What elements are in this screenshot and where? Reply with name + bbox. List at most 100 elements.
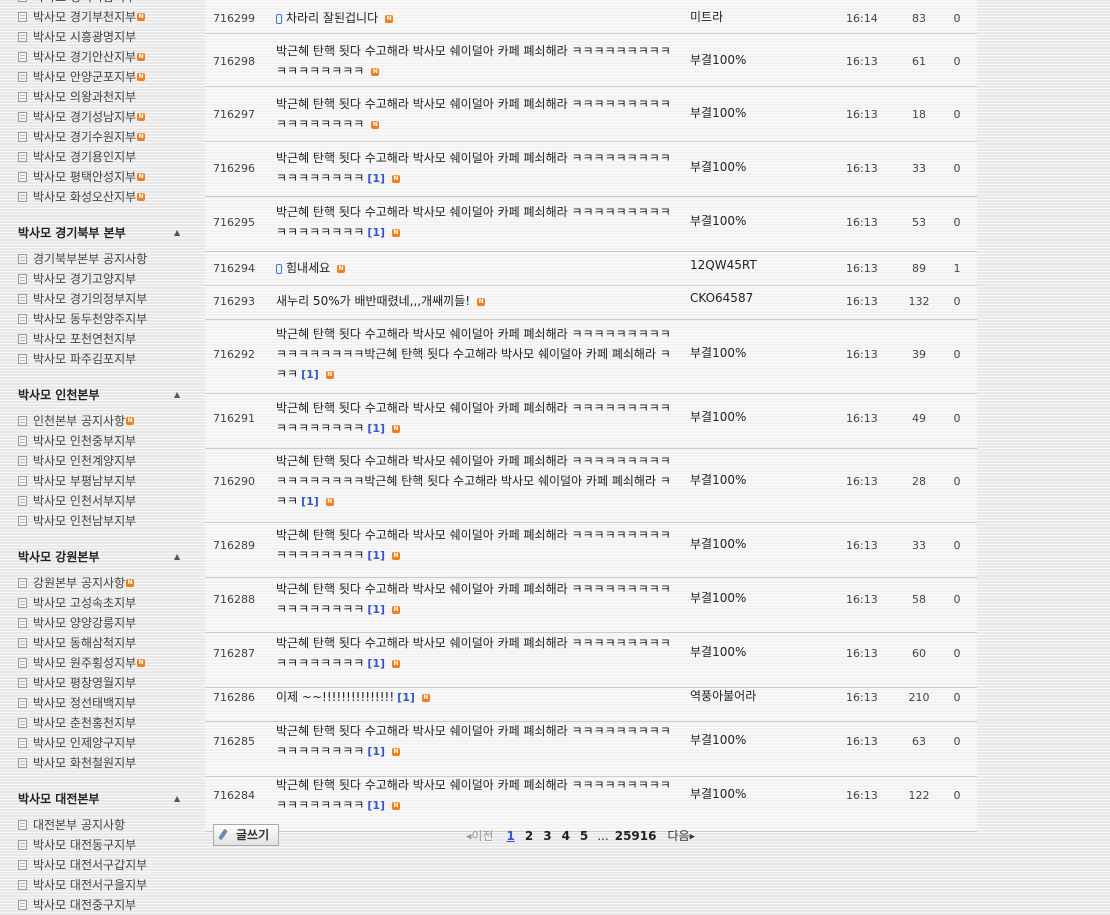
- sidebar-item[interactable]: 박사모 부평남부지부: [18, 471, 200, 491]
- post-author[interactable]: 부결100%: [690, 731, 746, 748]
- pagination-page[interactable]: 2: [525, 829, 533, 843]
- post-title-text[interactable]: 박근혜 탄핵 됫다 수고해라 박사모 쉐이덜아 카페 폐쇠해라 ㅋㅋㅋㅋㅋㅋㅋㅋ…: [276, 205, 671, 239]
- post-title-text[interactable]: 박근혜 탄핵 됫다 수고해라 박사모 쉐이덜아 카페 폐쇠해라 ㅋㅋㅋㅋㅋㅋㅋㅋ…: [276, 636, 671, 670]
- sidebar-item[interactable]: 박사모 인천계양지부: [18, 451, 200, 471]
- pagination-prev[interactable]: ◀이전: [466, 829, 493, 843]
- sidebar-item[interactable]: 박사모 화성오산지부 N: [18, 187, 200, 207]
- sidebar-item[interactable]: 박사모 경기고양지부: [18, 269, 200, 289]
- pagination-page[interactable]: 1: [506, 829, 514, 843]
- collapse-triangle-icon[interactable]: ▲: [174, 783, 180, 815]
- collapse-triangle-icon[interactable]: ▲: [174, 541, 180, 573]
- post-author[interactable]: 미트라: [690, 8, 723, 25]
- post-title[interactable]: 박근혜 탄핵 됫다 수고해라 박사모 쉐이덜아 카페 폐쇠해라 ㅋㅋㅋㅋㅋㅋㅋㅋ…: [276, 398, 676, 439]
- pagination-next[interactable]: 다음▶: [667, 829, 694, 843]
- sidebar-item[interactable]: 박사모 인제양구지부: [18, 733, 200, 753]
- post-author[interactable]: 부결100%: [690, 408, 746, 425]
- comment-count[interactable]: [1]: [367, 657, 385, 670]
- sidebar-item[interactable]: 박사모 원주횡성지부 N: [18, 653, 200, 673]
- pagination-page[interactable]: 4: [562, 829, 570, 843]
- post-title-text[interactable]: 박근혜 탄핵 됫다 수고해라 박사모 쉐이덜아 카페 폐쇠해라 ㅋㅋㅋㅋㅋㅋㅋㅋ…: [276, 778, 671, 812]
- sidebar-item[interactable]: 박사모 대전동구지부: [18, 835, 200, 855]
- post-title-text[interactable]: 차라리 잘된겁니다: [286, 11, 378, 25]
- post-row[interactable]: 716288 박근혜 탄핵 됫다 수고해라 박사모 쉐이덜아 카페 폐쇠해라 ㅋㅋ…: [205, 578, 977, 633]
- post-row[interactable]: 716285 박근혜 탄핵 됫다 수고해라 박사모 쉐이덜아 카페 폐쇠해라 ㅋㅋ…: [205, 722, 977, 777]
- write-post-button[interactable]: 글쓰기: [213, 824, 279, 846]
- sidebar-item[interactable]: 박사모 경기안산지부 N: [18, 47, 200, 67]
- post-row[interactable]: 716293 새누리 50%가 배반때렸네,,,개쌔끼들! N CKO64587 16:…: [205, 286, 977, 320]
- post-author[interactable]: 역풍아불어라: [690, 687, 756, 704]
- sidebar-item[interactable]: 박사모 대전서구갑지부: [18, 855, 200, 875]
- sidebar-item[interactable]: 박사모 경기부천지부 N: [18, 7, 200, 27]
- post-row[interactable]: 716298 박근혜 탄핵 됫다 수고해라 박사모 쉐이덜아 카페 폐쇠해라 ㅋㅋ…: [205, 34, 977, 87]
- post-title[interactable]: 차라리 잘된겁니다 N: [276, 8, 676, 28]
- post-title[interactable]: 박근혜 탄핵 됫다 수고해라 박사모 쉐이덜아 카페 폐쇠해라 ㅋㅋㅋㅋㅋㅋㅋㅋ…: [276, 721, 676, 762]
- post-author[interactable]: 부결100%: [690, 471, 746, 488]
- sidebar-item[interactable]: 박사모 화천철원지부: [18, 753, 200, 773]
- sidebar-item[interactable]: 박사모 경기용인지부: [18, 147, 200, 167]
- post-title[interactable]: 박근혜 탄핵 됫다 수고해라 박사모 쉐이덜아 카페 폐쇠해라 ㅋㅋㅋㅋㅋㅋㅋㅋ…: [276, 579, 676, 620]
- sidebar-item[interactable]: 박사모 정선태백지부: [18, 693, 200, 713]
- sidebar-item[interactable]: 박사모 인천서부지부: [18, 491, 200, 511]
- post-title[interactable]: 새누리 50%가 배반때렸네,,,개쌔끼들! N: [276, 291, 676, 311]
- post-author[interactable]: 부결100%: [690, 535, 746, 552]
- post-title[interactable]: 박근혜 탄핵 됫다 수고해라 박사모 쉐이덜아 카페 폐쇠해라 ㅋㅋㅋㅋㅋㅋㅋㅋ…: [276, 94, 676, 134]
- sidebar-item[interactable]: 박사모 파주김포지부: [18, 349, 200, 369]
- post-row[interactable]: 716289 박근혜 탄핵 됫다 수고해라 박사모 쉐이덜아 카페 폐쇠해라 ㅋㅋ…: [205, 523, 977, 578]
- post-row[interactable]: 716295 박근혜 탄핵 됫다 수고해라 박사모 쉐이덜아 카페 폐쇠해라 ㅋㅋ…: [205, 197, 977, 252]
- comment-count[interactable]: [1]: [301, 368, 319, 381]
- post-title[interactable]: 박근혜 탄핵 됫다 수고해라 박사모 쉐이덜아 카페 폐쇠해라 ㅋㅋㅋㅋㅋㅋㅋㅋ…: [276, 525, 676, 566]
- post-author[interactable]: 부결100%: [690, 785, 746, 802]
- post-row[interactable]: 716299 차라리 잘된겁니다 N 미트라 16:14 83 0: [205, 0, 977, 34]
- post-title-text[interactable]: 박근혜 탄핵 됫다 수고해라 박사모 쉐이덜아 카페 폐쇠해라 ㅋㅋㅋㅋㅋㅋㅋㅋ…: [276, 454, 671, 508]
- sidebar-item[interactable]: 박사모 대전서구을지부: [18, 875, 200, 895]
- sidebar-item[interactable]: 박사모 의왕과천지부: [18, 87, 200, 107]
- post-title-text[interactable]: 박근혜 탄핵 됫다 수고해라 박사모 쉐이덜아 카페 폐쇠해라 ㅋㅋㅋㅋㅋㅋㅋㅋ…: [276, 151, 671, 185]
- post-row[interactable]: 716286 이제 ~~!!!!!!!!!!!!!!! [1] N 역풍아불어라 16:1…: [205, 688, 977, 722]
- comment-count[interactable]: [1]: [367, 745, 385, 758]
- post-author[interactable]: 부결100%: [690, 104, 746, 121]
- post-title[interactable]: 박근혜 탄핵 됫다 수고해라 박사모 쉐이덜아 카페 폐쇠해라 ㅋㅋㅋㅋㅋㅋㅋㅋ…: [276, 633, 676, 674]
- sidebar-group-header[interactable]: 박사모 인천본부 ▲: [18, 379, 200, 411]
- post-author[interactable]: 12QW45RT: [690, 258, 757, 272]
- collapse-triangle-icon[interactable]: ▲: [174, 217, 180, 249]
- comment-count[interactable]: [1]: [367, 226, 385, 239]
- post-title[interactable]: 박근혜 탄핵 됫다 수고해라 박사모 쉐이덜아 카페 폐쇠해라 ㅋㅋㅋㅋㅋㅋㅋㅋ…: [276, 202, 676, 243]
- post-title-text[interactable]: 이제 ~~!!!!!!!!!!!!!!!: [276, 690, 394, 704]
- sidebar-item[interactable]: 대전본부 공지사항: [18, 815, 200, 835]
- sidebar-group-header[interactable]: 박사모 강원본부 ▲: [18, 541, 200, 573]
- comment-count[interactable]: [1]: [367, 603, 385, 616]
- post-title-text[interactable]: 박근혜 탄핵 됫다 수고해라 박사모 쉐이덜아 카페 폐쇠해라 ㅋㅋㅋㅋㅋㅋㅋㅋ…: [276, 327, 671, 381]
- post-title[interactable]: 박근혜 탄핵 됫다 수고해라 박사모 쉐이덜아 카페 폐쇠해라 ㅋㅋㅋㅋㅋㅋㅋㅋ…: [276, 451, 676, 512]
- sidebar-item[interactable]: 박사모 양양강릉지부: [18, 613, 200, 633]
- post-title-text[interactable]: 박근혜 탄핵 됫다 수고해라 박사모 쉐이덜아 카페 폐쇠해라 ㅋㅋㅋㅋㅋㅋㅋㅋ…: [276, 724, 671, 758]
- sidebar-group-header[interactable]: 박사모 대전본부 ▲: [18, 783, 200, 815]
- collapse-triangle-icon[interactable]: ▲: [174, 379, 180, 411]
- comment-count[interactable]: [1]: [367, 422, 385, 435]
- sidebar-item[interactable]: 인천본부 공지사항 N: [18, 411, 200, 431]
- post-title[interactable]: 박근혜 탄핵 됫다 수고해라 박사모 쉐이덜아 카페 폐쇠해라 ㅋㅋㅋㅋㅋㅋㅋㅋ…: [276, 41, 676, 81]
- post-title[interactable]: 박근혜 탄핵 됫다 수고해라 박사모 쉐이덜아 카페 폐쇠해라 ㅋㅋㅋㅋㅋㅋㅋㅋ…: [276, 324, 676, 385]
- post-row[interactable]: 716290 박근혜 탄핵 됫다 수고해라 박사모 쉐이덜아 카페 폐쇠해라 ㅋㅋ…: [205, 449, 977, 523]
- pagination-page[interactable]: 3: [543, 829, 551, 843]
- post-author[interactable]: 부결100%: [690, 589, 746, 606]
- sidebar-group-header[interactable]: 박사모 경기북부 본부 ▲: [18, 217, 200, 249]
- sidebar-item[interactable]: 박사모 춘천홍천지부: [18, 713, 200, 733]
- sidebar-item[interactable]: 강원본부 공지사항 N: [18, 573, 200, 593]
- comment-count[interactable]: [1]: [397, 691, 415, 704]
- post-row[interactable]: 716291 박근혜 탄핵 됫다 수고해라 박사모 쉐이덜아 카페 폐쇠해라 ㅋㅋ…: [205, 394, 977, 449]
- post-title-text[interactable]: 박근혜 탄핵 됫다 수고해라 박사모 쉐이덜아 카페 폐쇠해라 ㅋㅋㅋㅋㅋㅋㅋㅋ…: [276, 528, 671, 562]
- post-title[interactable]: 박근혜 탄핵 됫다 수고해라 박사모 쉐이덜아 카페 폐쇠해라 ㅋㅋㅋㅋㅋㅋㅋㅋ…: [276, 775, 676, 816]
- sidebar-item[interactable]: 박사모 고성속초지부: [18, 593, 200, 613]
- sidebar-item[interactable]: 박사모 안양군포지부 N: [18, 67, 200, 87]
- pagination-last-page[interactable]: 25916: [615, 829, 657, 843]
- post-title-text[interactable]: 힘내세요: [286, 261, 330, 275]
- sidebar-item[interactable]: 박사모 경기하남지부: [18, 0, 200, 7]
- comment-count[interactable]: [1]: [301, 495, 319, 508]
- post-title-text[interactable]: 새누리 50%가 배반때렸네,,,개쌔끼들!: [276, 294, 470, 308]
- sidebar-item[interactable]: 박사모 경기의정부지부: [18, 289, 200, 309]
- post-title[interactable]: 이제 ~~!!!!!!!!!!!!!!! [1] N: [276, 687, 676, 708]
- pagination-page[interactable]: 5: [580, 829, 588, 843]
- post-author[interactable]: 부결100%: [690, 51, 746, 68]
- sidebar-item[interactable]: 박사모 포천연천지부: [18, 329, 200, 349]
- post-title[interactable]: 힘내세요 N: [276, 258, 676, 278]
